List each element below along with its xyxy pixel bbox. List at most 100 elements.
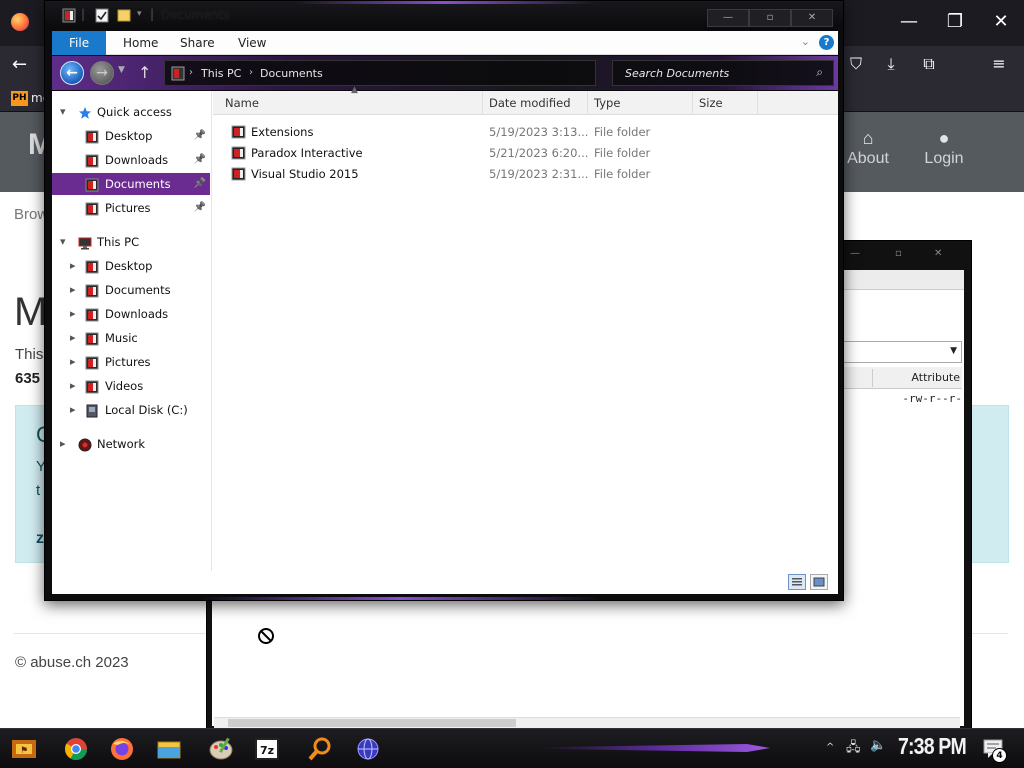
chrome-icon[interactable] [58,733,94,765]
chevron-right-icon[interactable]: › [249,67,253,78]
pin-icon: 📌 [193,130,206,141]
notification-count-badge: 4 [992,748,1007,763]
svg-text:⚑: ⚑ [20,746,28,756]
address-segment-documents[interactable]: Documents [260,67,323,80]
maximize-button[interactable]: ▫ [749,9,791,27]
attribute-column-header[interactable]: Attribute [872,369,962,387]
expand-arrow-icon[interactable]: ▸ [70,279,76,301]
show-hidden-icons-icon[interactable]: ^ [826,742,834,753]
nav-tree-item[interactable]: ▸ Local Disk (C:) [52,399,210,421]
expand-arrow-icon[interactable]: ▸ [70,399,76,421]
details-view-button[interactable] [788,574,806,590]
taskbar-clock[interactable]: 7:38 PM [898,733,967,760]
network-tray-icon[interactable]: 🖧 [846,738,861,760]
back-button[interactable]: ← [60,61,84,85]
tab-share[interactable]: Share [166,31,229,55]
bookmark-favicon[interactable]: PH [11,91,28,106]
download-icon[interactable]: ⤓ [880,54,902,74]
nav-tree-item[interactable]: Pictures 📌 [52,197,210,219]
nav-tree-item[interactable]: ▸ Network [52,433,210,455]
tab-file[interactable]: File [52,31,107,55]
firefox-taskbar-icon[interactable] [104,733,140,765]
network-icon [78,437,92,452]
menu-icon[interactable]: ≡ [988,54,1010,73]
file-row[interactable]: Paradox Interactive 5/21/2023 6:20... File… [213,143,838,164]
nav-tree-item[interactable]: ▸ Downloads [52,303,210,325]
scrollbar-thumb[interactable] [228,719,516,727]
file-row[interactable]: Extensions 5/19/2023 3:13... File folder [213,122,838,143]
recent-locations-icon[interactable]: ▼ [118,65,125,75]
properties-icon[interactable] [95,8,109,23]
nav-tree-label: Pictures [105,355,151,369]
paint-icon[interactable] [203,733,239,765]
win2-close-icon[interactable]: ✕ [934,248,942,259]
user-icon: ● [938,128,950,148]
tab-view[interactable]: View [224,31,280,55]
column-name[interactable]: Name [219,91,483,115]
tab-home[interactable]: Home [109,31,172,55]
page-count: 635 [15,370,41,387]
search-input[interactable]: Search Documents ⌕ [612,60,834,86]
nav-tree-item[interactable]: ▸ Videos [52,375,210,397]
nav-about[interactable]: ⌂ About [838,128,898,168]
search-icon[interactable]: ⌕ [816,65,823,80]
expand-arrow-icon[interactable]: ▾ [60,101,66,123]
file-row[interactable]: Visual Studio 2015 5/19/2023 2:31... File … [213,164,838,185]
expand-arrow-icon[interactable]: ▸ [70,375,76,397]
extensions-icon[interactable]: ⧉ [918,54,940,74]
restore-icon[interactable]: ❐ [940,8,970,36]
expand-arrow-icon[interactable]: ▾ [60,231,66,253]
expand-ribbon-icon[interactable]: ⌄ [801,35,810,48]
nav-tree-item[interactable]: Documents 📌 [52,173,210,195]
win2-maximize-icon[interactable]: ▫ [895,248,902,259]
music-icon [85,331,99,346]
pin-icon: 📌 [193,202,206,213]
chevron-right-icon[interactable]: › [189,67,193,78]
minimize-icon[interactable]: — [894,8,924,36]
search-app-icon[interactable] [302,733,338,765]
expand-arrow-icon[interactable]: ▸ [70,351,76,373]
up-button[interactable]: ↑ [138,63,151,82]
secondary-dropdown[interactable]: ▼ [842,341,962,363]
nav-tree-item[interactable]: ▸ Pictures [52,351,210,373]
win2-minimize-icon[interactable]: — [850,248,860,259]
7zip-icon[interactable]: 7z [249,733,285,765]
minimize-button[interactable]: — [707,9,749,27]
new-folder-icon[interactable] [117,8,131,23]
expand-arrow-icon[interactable]: ▸ [70,255,76,277]
nav-tree-item[interactable]: Downloads 📌 [52,149,210,171]
file-type: File folder [594,125,651,139]
close-icon[interactable]: ✕ [986,8,1016,36]
start-button[interactable]: ⚑ [10,735,38,763]
volume-icon[interactable]: 🔈 [870,738,886,753]
nav-tree-item[interactable]: Desktop 📌 [52,125,210,147]
column-date-modified[interactable]: Date modified [483,91,588,115]
back-icon[interactable]: ← [12,54,27,75]
expand-arrow-icon[interactable]: ▸ [70,303,76,325]
close-button[interactable]: ✕ [791,9,833,27]
qa-customize-icon[interactable]: ▾ [137,9,142,19]
nav-tree-label: Videos [105,379,144,393]
nav-tree-item[interactable]: ▾ This PC [52,231,210,253]
nav-login[interactable]: ● Login [914,128,974,168]
footer-copyright: © abuse.ch 2023 [15,654,129,671]
address-segment-this-pc[interactable]: This PC [201,67,241,80]
nav-tree-item[interactable]: ▾ Quick access [52,101,210,123]
column-size[interactable]: Size [693,91,758,115]
expand-arrow-icon[interactable]: ▸ [60,433,66,455]
file-explorer-icon[interactable] [151,733,187,765]
downloads-icon [85,153,99,168]
nav-tree-item[interactable]: ▸ Documents [52,279,210,301]
pin-icon: 📌 [193,154,206,165]
nav-tree-item[interactable]: ▸ Desktop [52,255,210,277]
column-type[interactable]: Type [588,91,693,115]
expand-arrow-icon[interactable]: ▸ [70,327,76,349]
forward-button[interactable]: → [90,61,114,85]
address-bar[interactable]: › This PC › Documents [164,60,596,86]
pictures-icon [85,355,99,370]
large-icons-view-button[interactable] [810,574,828,590]
help-button[interactable]: ? [819,35,834,50]
globe-app-icon[interactable] [350,733,386,765]
pocket-icon[interactable]: ⛉ [845,54,867,74]
nav-tree-item[interactable]: ▸ Music [52,327,210,349]
